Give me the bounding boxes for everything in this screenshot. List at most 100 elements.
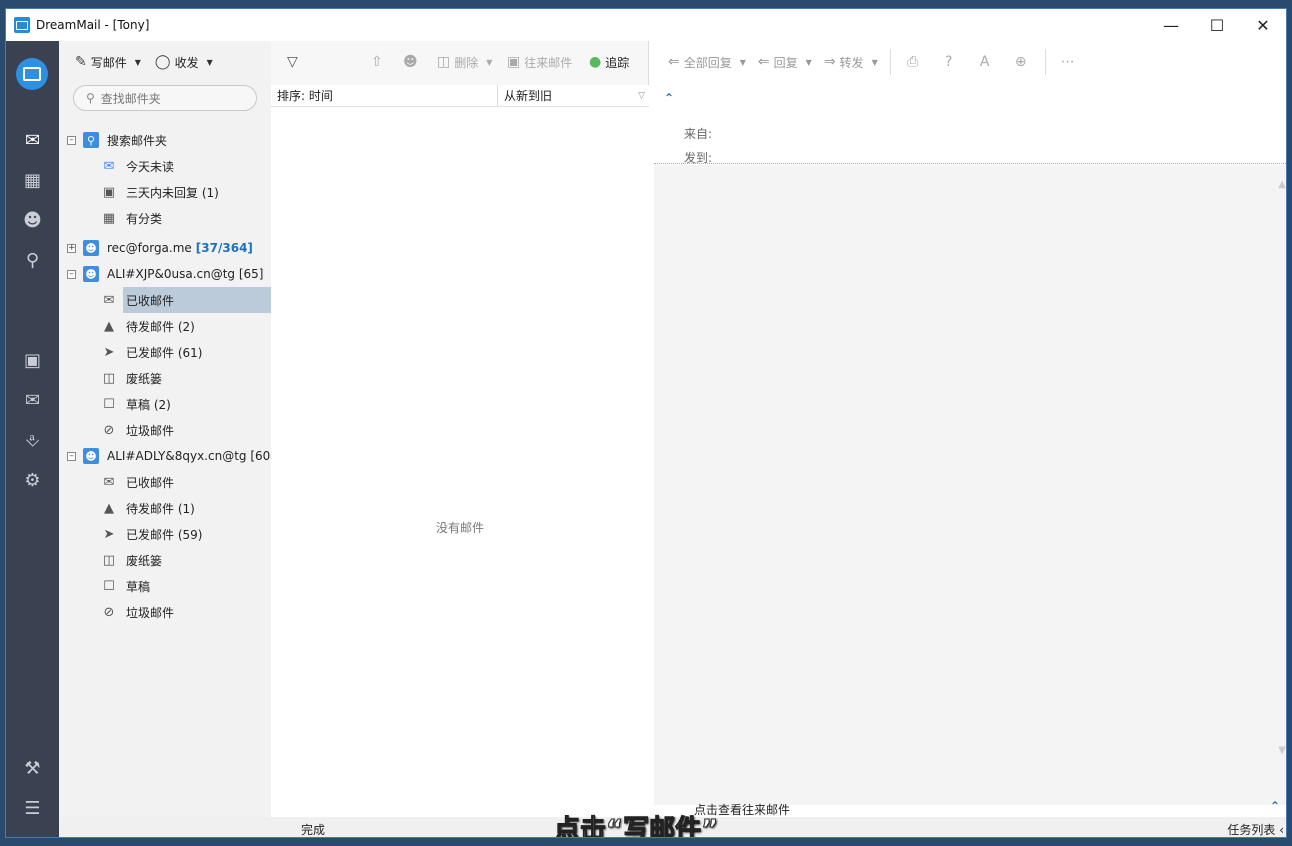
tutorial-caption: 点击“写邮件” (553, 815, 719, 838)
search-icon[interactable]: ⚲ (6, 245, 59, 275)
zoom-in-icon[interactable]: ⊕ (1009, 50, 1033, 74)
tree-account-1[interactable]: + ☻ rec@forga.me [37/364] (59, 235, 271, 261)
tree-account-2[interactable]: – ☻ ALI#XJP&0usa.cn@tg [65] (59, 261, 271, 287)
tree-item-outbox[interactable]: ▲ 待发邮件 (2) (59, 313, 271, 339)
mail-icon[interactable]: ✉ (6, 125, 59, 155)
address-book-icon[interactable]: ▣ (6, 345, 59, 375)
reading-pane: ⇐ 全部回复 ▼ ⇐ 回复 ▼ ⇒ 转发 ▼ ⎙ ? A ⊕ ⋯ ⌃ 来自: 发 (650, 41, 1286, 837)
forward-button[interactable]: ⇒ 转发 ▼ (824, 54, 878, 71)
calendar-icon[interactable]: ▦ (6, 165, 59, 195)
tree-item-trash[interactable]: ◫ 废纸篓 (59, 365, 271, 391)
message-body: ▲ ▼ (654, 165, 1286, 805)
scrollbar[interactable]: ▲ ▼ (1274, 165, 1286, 765)
clock-mail-icon: ▣ (102, 184, 116, 200)
more-icon[interactable]: ⋯ (1056, 50, 1080, 74)
help-icon[interactable]: ? (937, 50, 961, 74)
from-label: 来自: (684, 127, 713, 141)
chevron-down-icon[interactable]: ▼ (207, 58, 213, 67)
tools-icon[interactable]: ⚒ (6, 753, 59, 783)
blocked-icon: ⊘ (103, 422, 115, 438)
forward-icon: ⇒ (823, 54, 836, 70)
tree-item-categorized[interactable]: ▦ 有分类 (59, 205, 271, 231)
expand-up-icon[interactable]: ⌃ (1270, 799, 1280, 813)
status-text: 完成 (301, 823, 326, 837)
message-list: 没有邮件 (271, 107, 649, 823)
chevron-down-icon[interactable]: ▼ (486, 58, 492, 67)
filter-icon[interactable]: ▽ (287, 54, 302, 70)
send-receive-label: 收发 (174, 55, 199, 70)
app-logo-icon[interactable] (16, 58, 48, 90)
app-window: DreamMail - [Tony] — ☐ ✕ ✉ ▦ ☻ ⚲ ▣ ✉ ⎀ ⚙… (5, 8, 1287, 838)
empty-list-message: 没有邮件 (435, 521, 484, 535)
task-list-toggle[interactable]: 任务列表 ‹ (1227, 821, 1284, 837)
blocked-icon: ⊘ (103, 604, 115, 620)
tree-item-drafts[interactable]: ☐ 草稿 (59, 573, 271, 599)
tree-item-sent[interactable]: ➤ 已发邮件 (59) (59, 521, 271, 547)
reply-icon: ⇐ (757, 54, 770, 70)
sort-header: 排序: 时间 从新到旧 ▽ (271, 84, 649, 107)
menu-icon[interactable]: ☰ (6, 793, 59, 823)
tree-item-sent[interactable]: ➤ 已发邮件 (61) (59, 339, 271, 365)
tree-item-unread-today[interactable]: ✉ 今天未读 (59, 153, 271, 179)
trash-icon: ◫ (102, 552, 116, 568)
reply-all-button[interactable]: ⇐ 全部回复 ▼ (668, 54, 746, 71)
tree-item-spam[interactable]: ⊘ 垃圾邮件 (59, 417, 271, 443)
scroll-up-icon[interactable]: ▲ (1278, 179, 1286, 190)
track-icon: ● (589, 54, 602, 70)
chevron-down-icon[interactable]: ▼ (872, 58, 878, 67)
collapse-icon[interactable]: – (67, 269, 76, 279)
tree-account-3[interactable]: – ☻ ALI#ADLY&8qyx.cn@tg [60] (59, 443, 275, 469)
collapse-icon[interactable]: – (67, 135, 76, 145)
outbox-icon: ▲ (104, 500, 114, 516)
search-placeholder: 查找邮件夹 (100, 91, 161, 106)
compose-label: 写邮件 (90, 55, 127, 70)
trash-icon: ◫ (437, 54, 451, 70)
tree-item-inbox[interactable]: ✉ 已收邮件 (59, 469, 271, 495)
account-icon: ☻ (83, 448, 99, 464)
track-button[interactable]: ● 追踪 (589, 54, 629, 71)
tree-item-spam[interactable]: ⊘ 垃圾邮件 (59, 599, 271, 625)
font-size-icon[interactable]: A (973, 50, 997, 74)
account-icon: ☻ (83, 266, 99, 282)
compose-button[interactable]: ✎ 写邮件 ▼ (75, 54, 141, 71)
tree-item-outbox[interactable]: ▲ 待发邮件 (1) (59, 495, 271, 521)
delete-button[interactable]: ◫ 删除 ▼ (437, 54, 492, 71)
contacts-icon[interactable]: ☻ (6, 205, 59, 235)
search-icon: ⚲ (86, 91, 95, 105)
expand-icon[interactable]: + (67, 243, 76, 253)
chevron-down-icon[interactable]: ▼ (135, 58, 141, 67)
chevron-down-icon[interactable]: ▼ (740, 58, 746, 67)
sort-field[interactable]: 排序: 时间 (271, 84, 498, 107)
reply-all-icon: ⇐ (668, 54, 680, 70)
tree-item-drafts[interactable]: ☐ 草稿 (2) (59, 391, 271, 417)
send-receive-button[interactable]: ◯ 收发 ▼ (155, 54, 213, 71)
block-sender-icon[interactable]: ☻ (403, 54, 422, 70)
inbox-icon: ✉ (103, 474, 115, 490)
minimize-button[interactable]: — (1148, 9, 1194, 41)
settings-icon[interactable]: ⚙ (6, 465, 59, 495)
window-title: DreamMail - [Tony] (36, 18, 150, 32)
move-up-icon[interactable]: ⇧ (371, 54, 387, 70)
tree-search-folders[interactable]: – ⚲ 搜索邮件夹 (59, 127, 271, 153)
print-icon[interactable]: ⎙ (901, 50, 925, 74)
maximize-button[interactable]: ☐ (1194, 9, 1240, 41)
trash-icon: ◫ (102, 370, 116, 386)
draft-icon: ☐ (103, 396, 115, 412)
tree-item-trash[interactable]: ◫ 废纸篓 (59, 547, 271, 573)
mail-filter-icon[interactable]: ✉ (6, 385, 59, 415)
outbox-icon: ▲ (104, 318, 114, 334)
tree-item-inbox[interactable]: ✉ 已收邮件 (59, 287, 271, 313)
tree-item-unreplied[interactable]: ▣ 三天内未回复 (1) (59, 179, 271, 205)
close-button[interactable]: ✕ (1240, 9, 1286, 41)
sort-order[interactable]: 从新到旧 ▽ (498, 85, 649, 107)
sync-icon: ◯ (154, 54, 171, 70)
collapse-icon[interactable]: – (67, 451, 76, 461)
history-button[interactable]: ▣ 往来邮件 (507, 54, 572, 71)
attachment-icon[interactable]: ⎀ (6, 425, 59, 455)
folder-search-input[interactable]: ⚲ 查找邮件夹 (73, 85, 257, 111)
chat-icon: ▣ (507, 54, 521, 70)
scroll-down-icon[interactable]: ▼ (1278, 745, 1286, 756)
reply-button[interactable]: ⇐ 回复 ▼ (758, 54, 812, 71)
chevron-down-icon[interactable]: ▼ (806, 58, 812, 67)
collapse-header-icon[interactable]: ⌃ (664, 91, 674, 105)
